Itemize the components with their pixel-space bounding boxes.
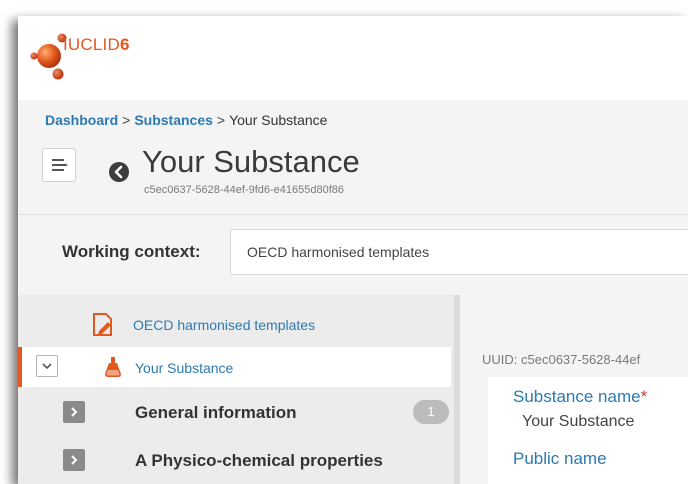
- tree-section-physico-chemical[interactable]: A Physico-chemical properties: [18, 440, 454, 480]
- substance-uuid: c5ec0637-5628-44ef-9fd6-e41655d80f86: [144, 184, 344, 196]
- collapse-toggle[interactable]: [36, 355, 58, 377]
- breadcrumb: Dashboard > Substances > Your Substance: [45, 112, 327, 128]
- template-document-icon: [93, 313, 112, 336]
- working-context-select[interactable]: OECD harmonised templates: [230, 229, 688, 275]
- working-context-bar: Working context: OECD harmonised templat…: [18, 214, 688, 296]
- expand-button[interactable]: [63, 449, 85, 471]
- uuid-label: UUID: c5ec0637-5628-44ef: [482, 352, 641, 367]
- logo-name: IUCLID: [63, 35, 120, 54]
- chevron-right-icon: [71, 407, 78, 417]
- app-window: IUCLID6 Dashboard > Substances > Your Substa…: [18, 16, 688, 484]
- page-title: Your Substance: [142, 144, 360, 179]
- tree-item-template-label: OECD harmonised templates: [133, 317, 316, 333]
- hamburger-menu-icon: [52, 159, 68, 171]
- chevron-right-icon: [71, 455, 78, 465]
- page-header: Dashboard > Substances > Your Substance Your…: [18, 100, 688, 214]
- identity-card: Substance name* Your Substance Public na…: [488, 377, 688, 484]
- tree-item-substance[interactable]: Your Substance: [18, 347, 451, 387]
- flask-icon: [105, 357, 121, 377]
- details-panel: UUID: c5ec0637-5628-44ef Substance name*…: [460, 295, 688, 484]
- tree-item-template[interactable]: OECD harmonised templates: [18, 307, 454, 343]
- tree-item-substance-label: Your Substance: [135, 360, 234, 376]
- expand-button[interactable]: [63, 401, 85, 423]
- breadcrumb-current: Your Substance: [229, 112, 328, 128]
- breadcrumb-separator: >: [216, 112, 226, 128]
- brand-bar: IUCLID6: [18, 16, 688, 100]
- breadcrumb-dashboard[interactable]: Dashboard: [45, 112, 118, 128]
- back-arrow-icon[interactable]: [108, 161, 130, 183]
- logo-version: 6: [119, 35, 130, 54]
- navigation-tree: OECD harmonised templates Your Substance: [18, 295, 454, 484]
- section-label: General information: [135, 403, 297, 422]
- logo-text: IUCLID6: [63, 35, 130, 55]
- tree-section-general-information[interactable]: General information 1: [18, 392, 454, 432]
- count-badge: 1: [413, 400, 449, 424]
- working-context-label: Working context:: [62, 242, 201, 261]
- substance-name-label: Substance name*: [513, 387, 647, 407]
- required-mark: *: [640, 387, 648, 406]
- menu-button[interactable]: [42, 148, 76, 182]
- breadcrumb-separator: >: [122, 112, 131, 128]
- public-name-label: Public name: [513, 449, 607, 468]
- substance-name-value[interactable]: Your Substance: [522, 413, 634, 431]
- section-label: A Physico-chemical properties: [135, 451, 383, 470]
- substance-name-label-text: Substance name: [513, 387, 641, 406]
- chevron-down-icon: [42, 363, 52, 370]
- breadcrumb-substances[interactable]: Substances: [134, 112, 213, 128]
